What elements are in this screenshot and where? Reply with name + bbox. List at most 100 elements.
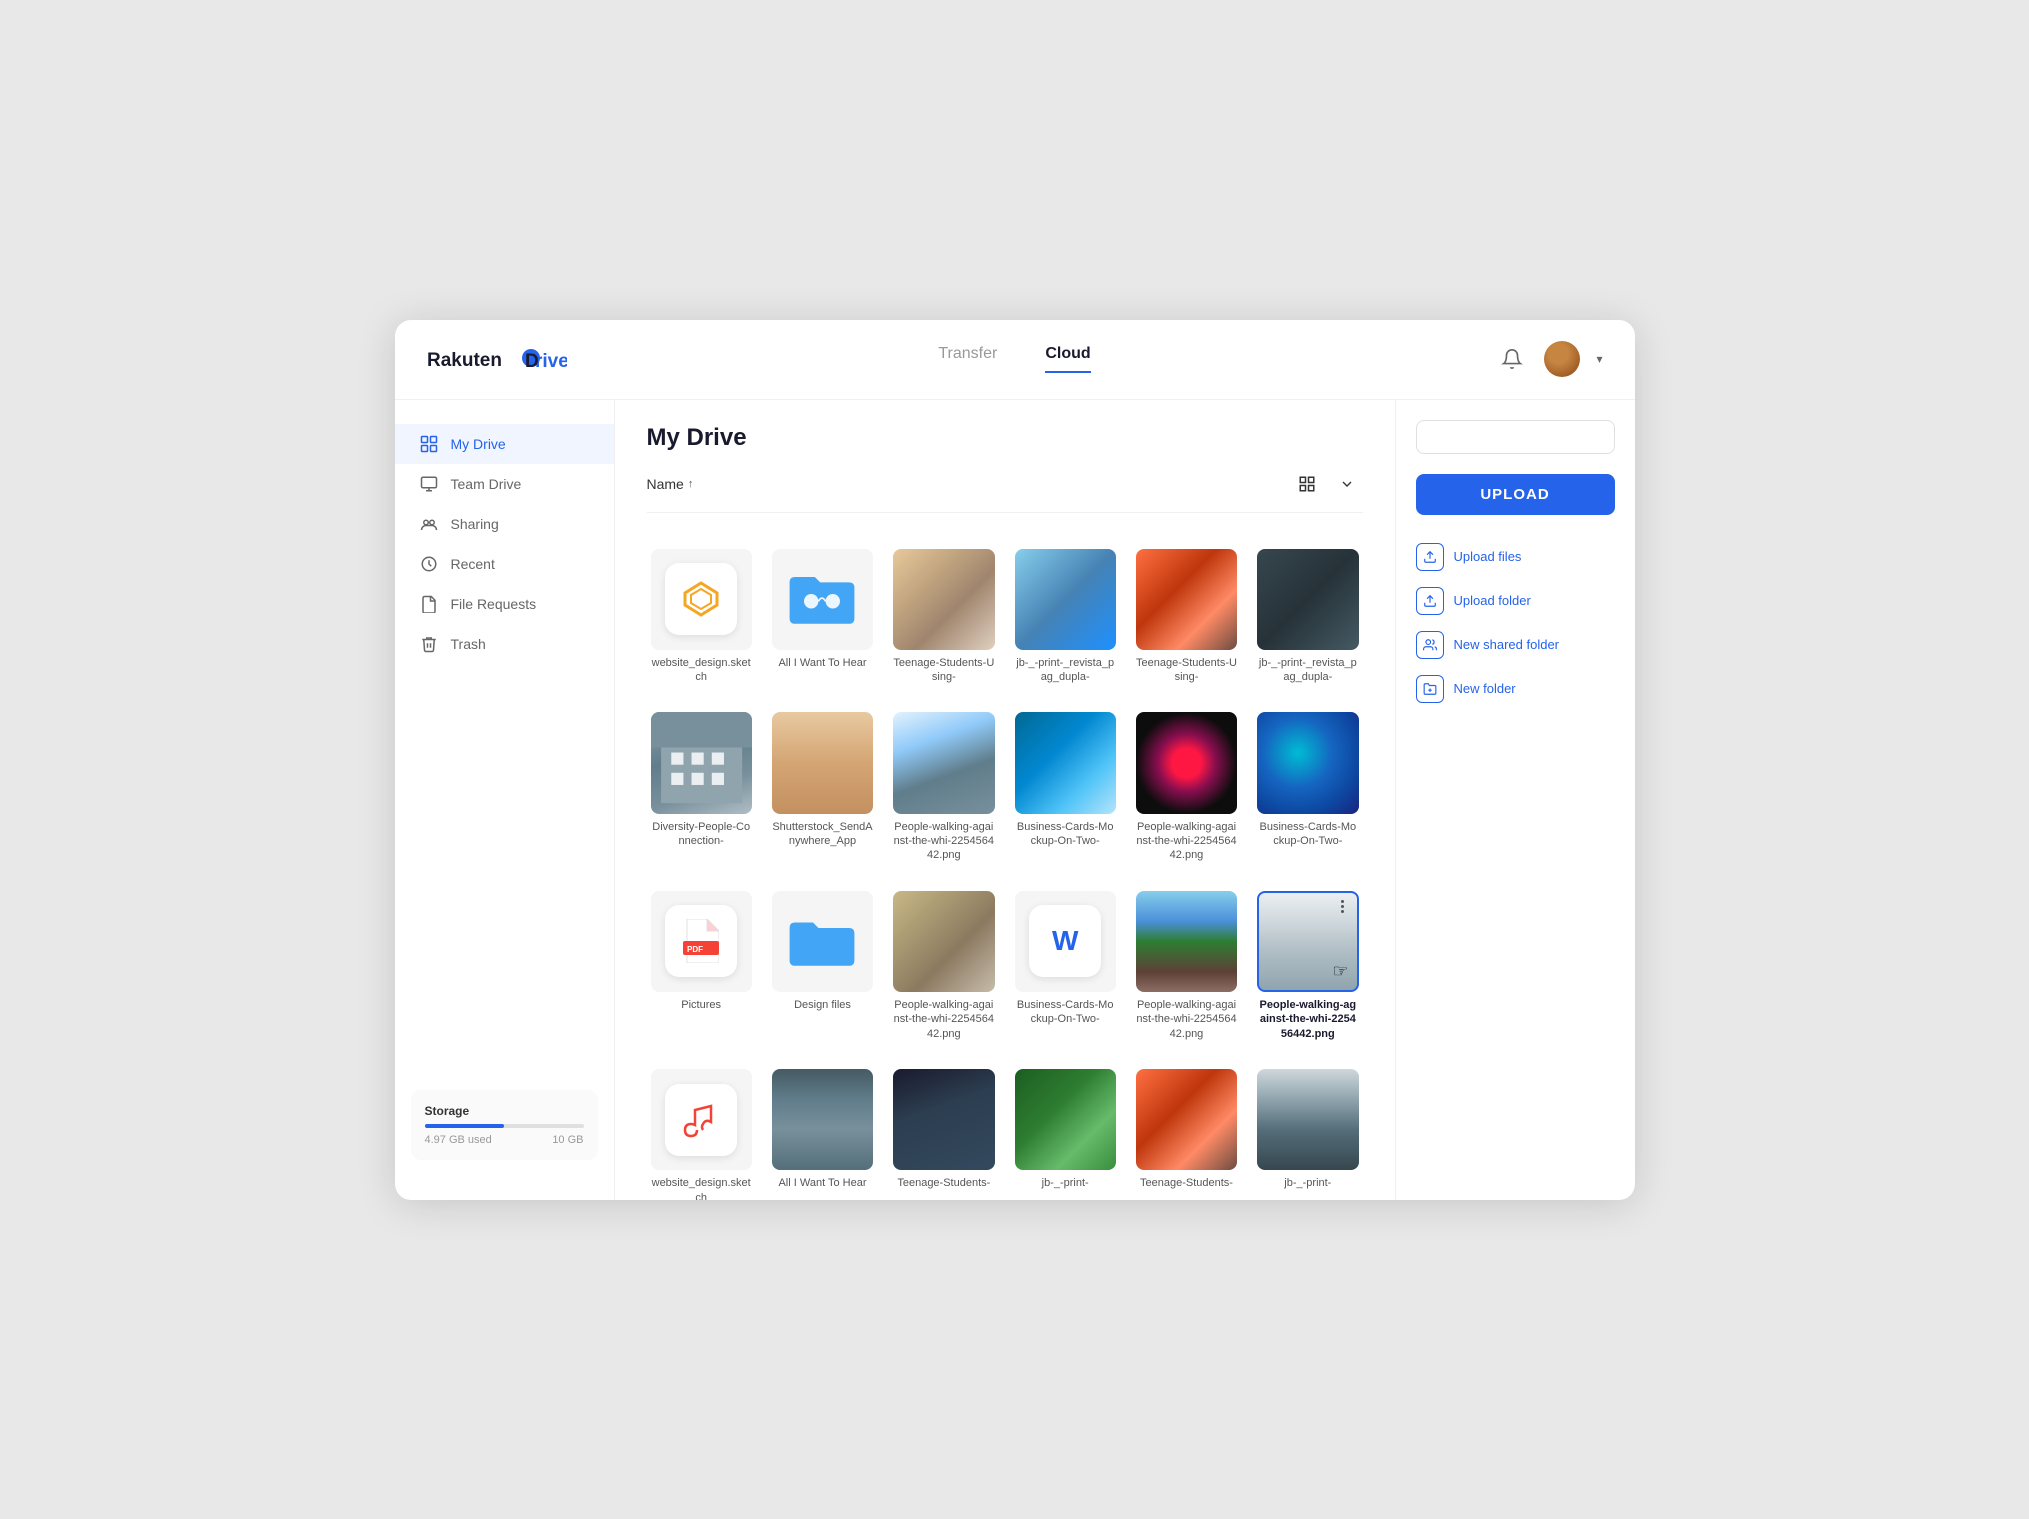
trash-icon <box>419 634 439 654</box>
file-item-skin[interactable]: Shutterstock_SendAnywhere_App <box>768 704 877 870</box>
file-item-foggy[interactable]: jb-_-print- <box>1253 1061 1362 1200</box>
team-drive-icon <box>419 474 439 494</box>
file-item-music[interactable]: website_design.sketch <box>647 1061 756 1200</box>
file-item-snowy[interactable]: People-walking-against-the-whi-225456442… <box>889 704 998 870</box>
new-shared-folder-label: New shared folder <box>1454 637 1560 652</box>
file-item-building[interactable]: Diversity-People-Connection- <box>647 704 756 870</box>
sidebar-item-trash[interactable]: Trash <box>395 624 614 664</box>
app-container: Rakuten rive D Transfer Cloud ▾ <box>395 320 1635 1200</box>
file-thumb-pdf: PDF <box>651 891 752 992</box>
file-name-20: All I Want To Hear <box>778 1176 866 1190</box>
sort-options-button[interactable] <box>1331 468 1363 500</box>
file-item-wave[interactable]: Business-Cards-Mockup-On-Two- <box>1011 704 1120 870</box>
search-input[interactable] <box>1429 429 1605 444</box>
file-name-13: Pictures <box>681 998 721 1012</box>
content-area: My Drive Name ↑ <box>615 400 1395 1200</box>
file-name-12: Business-Cards-Mockup-On-Two- <box>1257 820 1358 849</box>
search-box <box>1416 420 1615 454</box>
file-item-modern-building[interactable]: ☞ People-walking-against-the-whi-2254564… <box>1253 883 1362 1049</box>
file-item-aerial-1[interactable]: Teenage-Students-Using- <box>889 541 998 693</box>
file-item-mountain-lake[interactable]: People-walking-against-the-whi-225456442… <box>1132 883 1241 1049</box>
file-name-10: Business-Cards-Mockup-On-Two- <box>1015 820 1116 849</box>
file-thumb-space <box>1136 712 1237 813</box>
sidebar-item-sharing[interactable]: Sharing <box>395 504 614 544</box>
file-thumb-foggy <box>1257 1069 1358 1170</box>
file-item-redrock[interactable]: Teenage-Students- <box>1132 1061 1241 1200</box>
file-thumb-folder-shared <box>772 549 873 650</box>
file-name-8: Shutterstock_SendAnywhere_App <box>772 820 873 849</box>
file-item-green[interactable]: jb-_-print- <box>1011 1061 1120 1200</box>
file-item-pictures[interactable]: PDF Pictures <box>647 883 756 1049</box>
file-item-nebula[interactable]: Business-Cards-Mockup-On-Two- <box>1253 704 1362 870</box>
sidebar: My Drive Team Drive <box>395 400 615 1200</box>
avatar-dropdown-icon[interactable]: ▾ <box>1596 352 1602 366</box>
sidebar-item-recent[interactable]: Recent <box>395 544 614 584</box>
file-item-red-mountain[interactable]: Teenage-Students-Using- <box>1132 541 1241 693</box>
logo: Rakuten rive D <box>427 344 607 374</box>
file-item-mountain-road[interactable]: All I Want To Hear <box>768 1061 877 1200</box>
file-thumb-skin <box>772 712 873 813</box>
file-name-3: Teenage-Students-Using- <box>893 656 994 685</box>
file-name-23: Teenage-Students- <box>1140 1176 1233 1190</box>
file-name-2: All I Want To Hear <box>778 656 866 670</box>
file-item-aerial-2[interactable]: People-walking-against-the-whi-225456442… <box>889 883 998 1049</box>
new-folder-item[interactable]: New folder <box>1416 667 1615 711</box>
upload-folder-item[interactable]: Upload folder <box>1416 579 1615 623</box>
tab-transfer[interactable]: Transfer <box>938 345 997 373</box>
svg-text:Rakuten: Rakuten <box>427 350 502 371</box>
storage-bar-bg <box>425 1124 584 1128</box>
file-thumb-green <box>1015 1069 1116 1170</box>
file-name-22: jb-_-print- <box>1042 1176 1089 1190</box>
sidebar-item-my-drive[interactable]: My Drive <box>395 424 614 464</box>
file-name-19: website_design.sketch <box>651 1176 752 1199</box>
file-thumb-modern-building: ☞ <box>1257 891 1358 992</box>
new-shared-folder-item[interactable]: New shared folder <box>1416 623 1615 667</box>
avatar[interactable] <box>1544 341 1580 377</box>
sidebar-item-file-requests[interactable]: File Requests <box>395 584 614 624</box>
file-name-14: Design files <box>794 998 851 1012</box>
content-header: My Drive Name ↑ <box>615 400 1395 525</box>
upload-files-icon <box>1416 543 1444 571</box>
svg-text:D: D <box>525 351 539 372</box>
file-options-icon[interactable] <box>1333 897 1353 917</box>
sidebar-label-my-drive: My Drive <box>451 436 506 452</box>
file-name-18: People-walking-against-the-whi-225456442… <box>1257 998 1358 1041</box>
upload-button[interactable]: UPLOAD <box>1416 474 1615 515</box>
sidebar-label-team-drive: Team Drive <box>451 476 522 492</box>
file-item-space[interactable]: People-walking-against-the-whi-225456442… <box>1132 704 1241 870</box>
file-item-dark-rock[interactable]: jb-_-print-_revista_pag_dupla- <box>1253 541 1362 693</box>
file-name-7: Diversity-People-Connection- <box>651 820 752 849</box>
file-name-1: website_design.sketch <box>651 656 752 685</box>
file-name-15: People-walking-against-the-whi-225456442… <box>893 998 994 1041</box>
upload-files-item[interactable]: Upload files <box>1416 535 1615 579</box>
file-item-blue-water[interactable]: jb-_-print-_revista_pag_dupla- <box>1011 541 1120 693</box>
sidebar-nav: My Drive Team Drive <box>395 424 614 1090</box>
file-thumb-music <box>651 1069 752 1170</box>
file-thumb-aerial-1 <box>893 549 994 650</box>
svg-text:PDF: PDF <box>687 945 703 954</box>
file-thumb-snowy <box>893 712 994 813</box>
header: Rakuten rive D Transfer Cloud ▾ <box>395 320 1635 400</box>
notification-bell-icon[interactable] <box>1496 343 1528 375</box>
right-panel: UPLOAD Upload files <box>1395 400 1635 1200</box>
my-drive-icon <box>419 434 439 454</box>
sort-control[interactable]: Name ↑ <box>647 476 694 492</box>
storage-total: 10 GB <box>552 1134 583 1146</box>
sidebar-label-sharing: Sharing <box>451 516 499 532</box>
file-item-all-i-want-to-hear[interactable]: All I Want To Hear <box>768 541 877 693</box>
recent-icon <box>419 554 439 574</box>
storage-info: 4.97 GB used 10 GB <box>425 1134 584 1146</box>
file-item-website-design-sketch[interactable]: website_design.sketch <box>647 541 756 693</box>
file-requests-icon <box>419 594 439 614</box>
cursor-hand-icon: ☞ <box>1332 961 1348 982</box>
new-folder-icon <box>1416 675 1444 703</box>
file-name-5: Teenage-Students-Using- <box>1136 656 1237 685</box>
file-item-design-files[interactable]: Design files <box>768 883 877 1049</box>
file-thumb-nebula <box>1257 712 1358 813</box>
sidebar-item-team-drive[interactable]: Team Drive <box>395 464 614 504</box>
tab-cloud[interactable]: Cloud <box>1045 345 1090 373</box>
grid-view-button[interactable] <box>1291 468 1323 500</box>
file-item-word[interactable]: W Business-Cards-Mockup-On-Two- <box>1011 883 1120 1049</box>
file-item-dark-2[interactable]: Teenage-Students- <box>889 1061 998 1200</box>
content-toolbar: Name ↑ <box>647 468 1363 513</box>
